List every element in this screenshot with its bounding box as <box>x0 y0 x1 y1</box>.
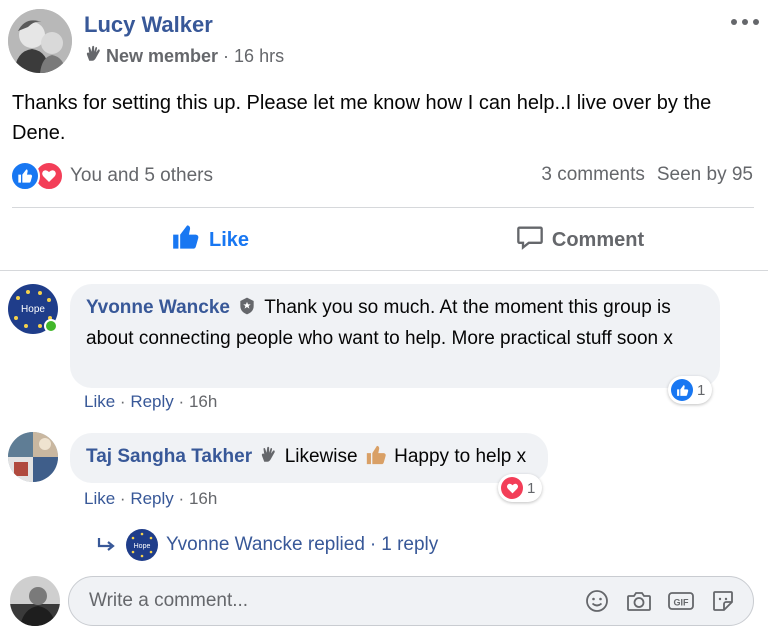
comment-reaction-badge[interactable]: 1 <box>498 474 543 502</box>
dot-separator: · <box>178 392 185 411</box>
comment-reply-link[interactable]: Reply <box>130 489 173 508</box>
comment-actions: Like · Reply · 16h <box>84 392 217 412</box>
camera-icon[interactable] <box>625 587 653 615</box>
post-stats: 3 comments Seen by 95 <box>541 164 753 186</box>
post-text: Thanks for setting this up. Please let m… <box>12 92 712 144</box>
comment-input[interactable] <box>89 590 583 612</box>
comment-bubble: Yvonne Wancke Thank you so much. At the … <box>70 284 720 388</box>
comment-text-end: Happy to help x <box>394 446 527 467</box>
emoji-icon[interactable] <box>583 587 611 615</box>
gif-icon[interactable]: GIF <box>667 587 695 615</box>
reply-avatar: Hope <box>126 529 158 561</box>
view-replies-link[interactable]: Hope Yvonne Wancke replied · 1 reply <box>96 529 439 561</box>
svg-text:GIF: GIF <box>674 598 690 608</box>
comment-bubble: Taj Sangha Takher Likewise Happy to help… <box>70 433 548 483</box>
commenter-name[interactable]: Taj Sangha Takher <box>86 446 252 467</box>
divider <box>12 207 754 208</box>
reaction-count: 1 <box>527 479 536 497</box>
replied-text: Yvonne Wancke replied <box>166 534 365 555</box>
dot-separator: · <box>119 392 126 411</box>
comment-time[interactable]: 16h <box>189 392 217 411</box>
new-member-icon <box>84 45 102 68</box>
author-name[interactable]: Lucy Walker <box>84 12 213 38</box>
current-user-avatar[interactable] <box>10 576 60 626</box>
new-member-icon <box>259 445 277 473</box>
member-badge: New member <box>106 46 219 66</box>
post-meta: New member · 16 hrs <box>84 45 284 68</box>
dot-separator: · <box>119 489 126 508</box>
comment-actions: Like · Reply · 16h <box>84 489 217 509</box>
like-reaction-icon <box>10 161 40 191</box>
dot-separator: · <box>369 534 377 555</box>
comment-button[interactable]: Comment <box>490 218 670 262</box>
online-status-indicator <box>44 319 58 333</box>
comment-reaction-badge[interactable]: 1 <box>668 376 713 404</box>
reply-count: 1 reply <box>381 534 439 555</box>
comment-text-start: Likewise <box>284 446 358 467</box>
like-button[interactable]: Like <box>130 218 290 262</box>
comment-reply-link[interactable]: Reply <box>130 392 173 411</box>
reaction-text: You and 5 others <box>70 165 213 186</box>
post-time[interactable]: 16 hrs <box>234 46 284 67</box>
like-button-label: Like <box>208 228 250 251</box>
dot-separator: · <box>178 489 185 508</box>
comment-like-link[interactable]: Like <box>84 392 115 411</box>
comment-bubble-icon <box>516 223 552 257</box>
more-dot <box>753 19 759 25</box>
reaction-summary[interactable]: You and 5 others <box>10 161 213 191</box>
comment-time[interactable]: 16h <box>189 489 217 508</box>
author-avatar[interactable] <box>8 9 72 73</box>
more-dot <box>731 19 737 25</box>
reply-arrow-icon <box>96 537 116 553</box>
commenter-name[interactable]: Yvonne Wancke <box>86 297 230 318</box>
love-icon <box>501 477 523 499</box>
comment-like-link[interactable]: Like <box>84 489 115 508</box>
thumbs-up-icon <box>171 223 209 257</box>
composer-tools: GIF <box>583 587 737 615</box>
comments-count[interactable]: 3 comments <box>541 164 644 186</box>
meta-separator: · <box>223 46 230 66</box>
more-dot <box>742 19 748 25</box>
avatar-text: Hope <box>21 304 45 315</box>
divider <box>0 270 768 271</box>
seen-by[interactable]: Seen by 95 <box>657 164 753 186</box>
more-options-button[interactable] <box>728 12 762 32</box>
admin-shield-icon <box>237 296 257 325</box>
thumbs-up-emoji-icon <box>365 444 387 475</box>
avatar-text: Hope <box>134 543 151 550</box>
sticker-icon[interactable] <box>709 587 737 615</box>
like-icon <box>671 379 693 401</box>
comment-button-label: Comment <box>551 228 645 251</box>
comment-composer[interactable]: GIF <box>68 576 754 626</box>
reaction-count: 1 <box>697 381 706 399</box>
commenter-avatar[interactable] <box>8 432 58 482</box>
